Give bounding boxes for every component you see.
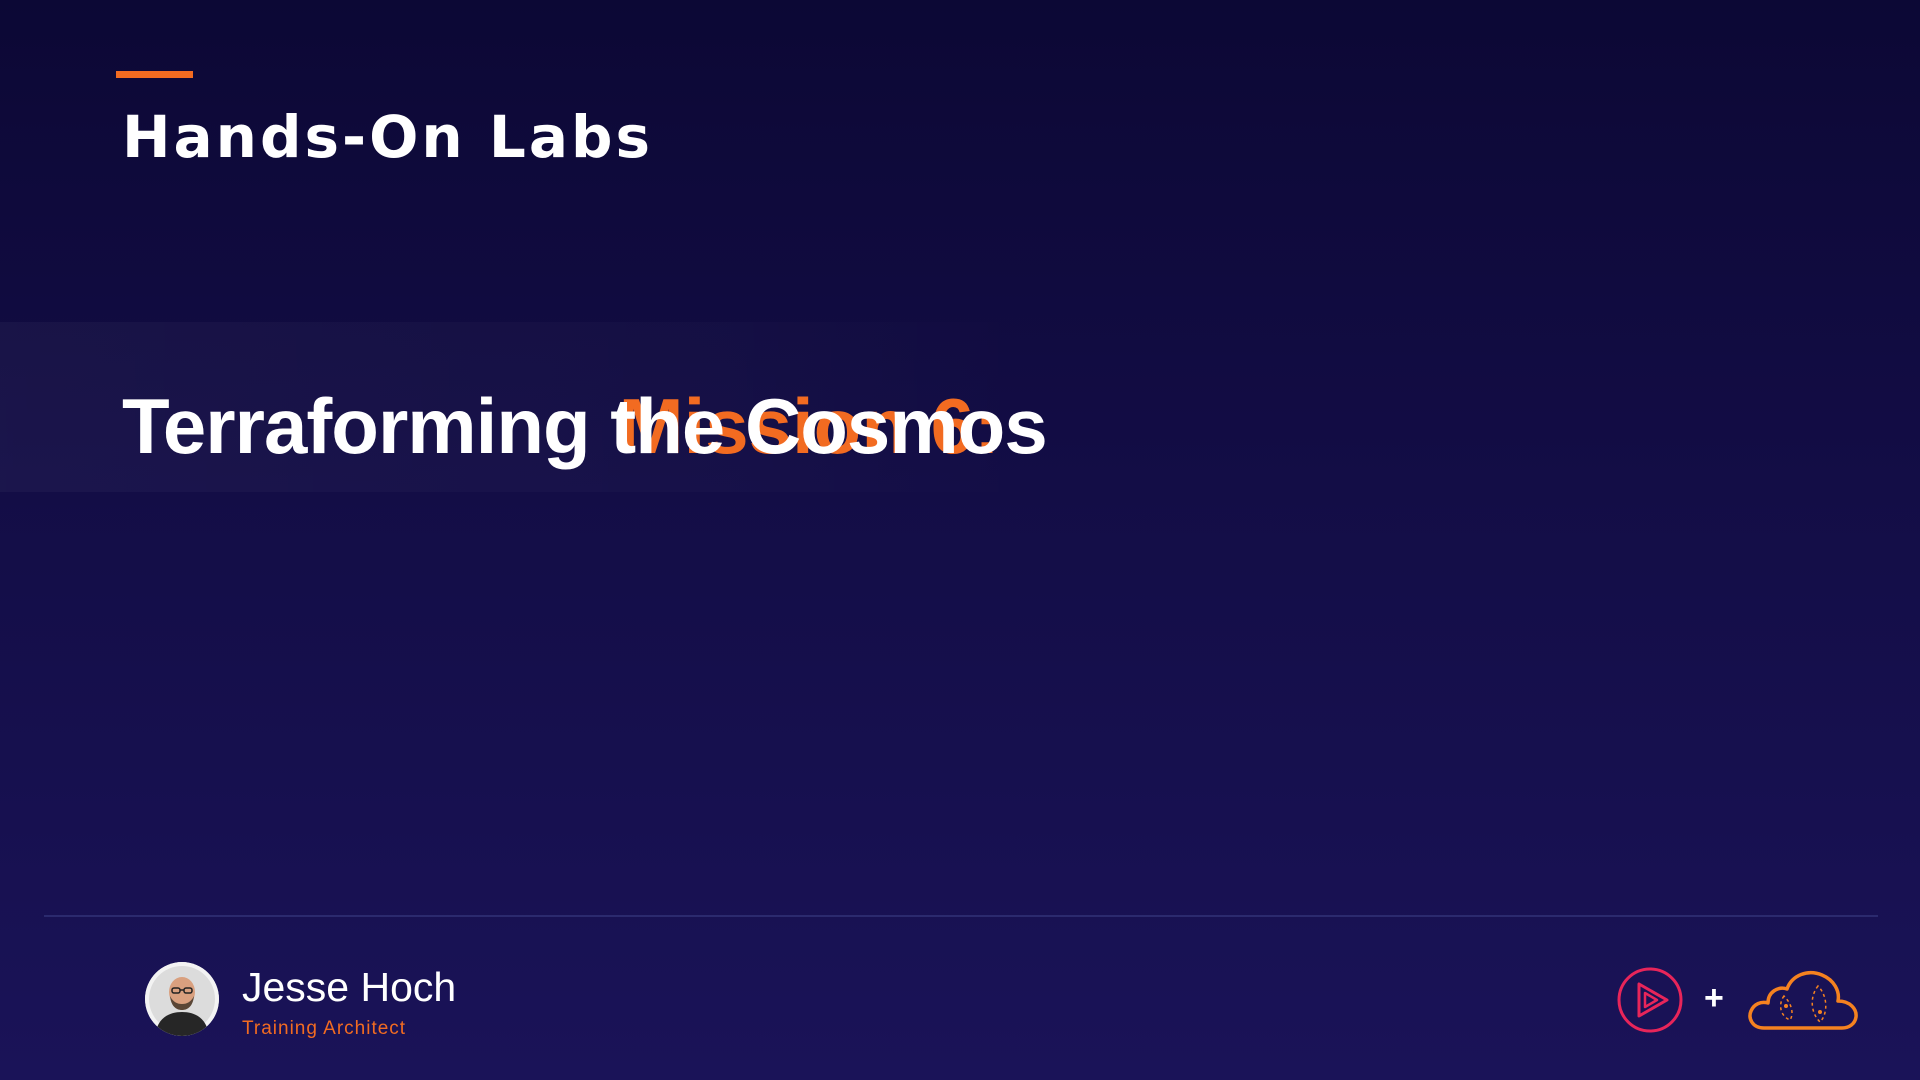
title-accent-bar [116,71,193,78]
mission-title: Terraforming the Cosmos [122,382,1048,470]
brand-logos: + [1616,962,1860,1036]
avatar-photo-icon [145,962,219,1036]
footer-divider [44,915,1878,917]
slide: Hands-On Labs Mission 6: Terraforming th… [0,0,1920,1080]
presenter-name: Jesse Hoch [242,964,457,1010]
play-logo-icon [1617,967,1683,1033]
avatar [145,962,219,1036]
section-title: Hands-On Labs [122,103,654,171]
presenter-role: Training Architect [242,1018,407,1039]
cloud-logo-icon [1748,970,1858,1030]
plus-icon: + [1704,979,1724,1017]
